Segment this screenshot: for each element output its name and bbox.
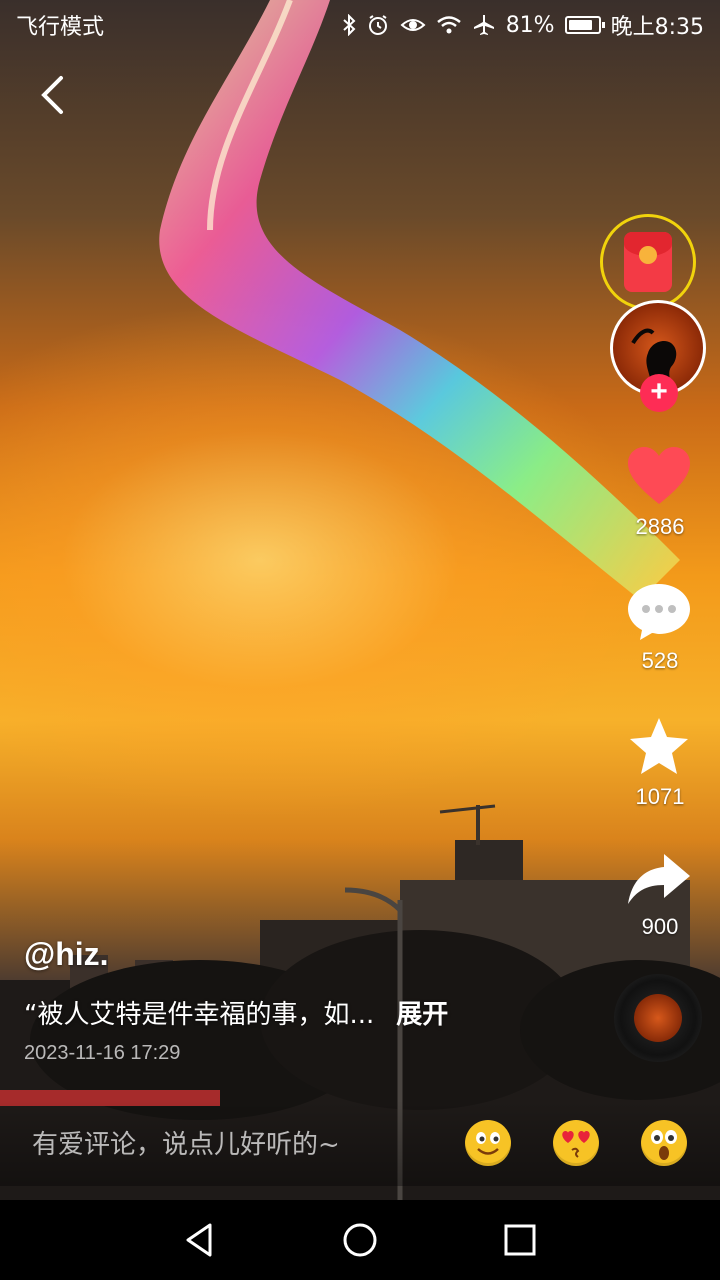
red-packet-icon[interactable] bbox=[624, 232, 672, 292]
surprised-emoji-icon bbox=[651, 1130, 677, 1160]
music-disc[interactable] bbox=[614, 974, 702, 1062]
battery-percent: 81% bbox=[505, 12, 555, 38]
system-nav-bar bbox=[0, 1200, 720, 1280]
comment-count: 528 bbox=[641, 648, 679, 673]
follow-plus-button[interactable]: + bbox=[640, 374, 678, 412]
comment-bubble-icon[interactable] bbox=[626, 582, 692, 642]
heart-eyes-emoji-icon bbox=[562, 1131, 590, 1158]
eye-icon bbox=[400, 19, 426, 31]
favorite-count: 1071 bbox=[635, 784, 685, 809]
rainbow-cloud-streak bbox=[159, 0, 680, 600]
music-cover bbox=[634, 994, 682, 1042]
expand-button[interactable]: 展开 bbox=[396, 1000, 448, 1030]
chevron-left-icon bbox=[41, 76, 63, 114]
back-button[interactable] bbox=[30, 70, 74, 120]
smile-emoji-button[interactable] bbox=[465, 1120, 511, 1166]
airplane-mode-label: 飞行模式 bbox=[16, 15, 105, 40]
clock: 晚上8:35 bbox=[610, 15, 704, 40]
author-name[interactable]: @hiz. bbox=[24, 936, 109, 973]
favorite-star-icon[interactable] bbox=[628, 716, 690, 776]
video-caption: “被人艾特是件幸福的事，如... 展开 bbox=[24, 994, 448, 1031]
red-packet-coin bbox=[639, 246, 657, 264]
nav-home-icon[interactable] bbox=[338, 1218, 382, 1262]
alarm-icon bbox=[368, 15, 387, 35]
nav-recents-icon[interactable] bbox=[498, 1218, 542, 1262]
battery-icon bbox=[564, 16, 605, 34]
wifi-icon bbox=[436, 16, 461, 34]
like-heart-icon[interactable] bbox=[626, 446, 692, 506]
airplane-icon bbox=[473, 15, 494, 35]
surprised-emoji-button[interactable] bbox=[641, 1120, 687, 1166]
nav-back-icon[interactable] bbox=[178, 1218, 222, 1262]
post-timestamp: 2023-11-16 17:29 bbox=[24, 1042, 181, 1064]
share-count: 900 bbox=[641, 914, 679, 939]
battery-level bbox=[568, 20, 592, 30]
like-count: 2886 bbox=[635, 514, 685, 539]
bluetooth-icon bbox=[343, 14, 356, 36]
share-arrow-icon[interactable] bbox=[626, 852, 692, 906]
smile-emoji-icon bbox=[476, 1132, 500, 1155]
comment-input[interactable]: 有爱评论，说点儿好听的~ bbox=[32, 1124, 340, 1161]
heart-eyes-emoji-button[interactable] bbox=[553, 1120, 599, 1166]
status-icons: 81% 晚上8:35 bbox=[342, 9, 704, 41]
caption-text: “被人艾特是件幸福的事，如... bbox=[24, 1000, 375, 1030]
status-bar: 飞行模式 81% 晚上8:35 bbox=[0, 0, 720, 50]
